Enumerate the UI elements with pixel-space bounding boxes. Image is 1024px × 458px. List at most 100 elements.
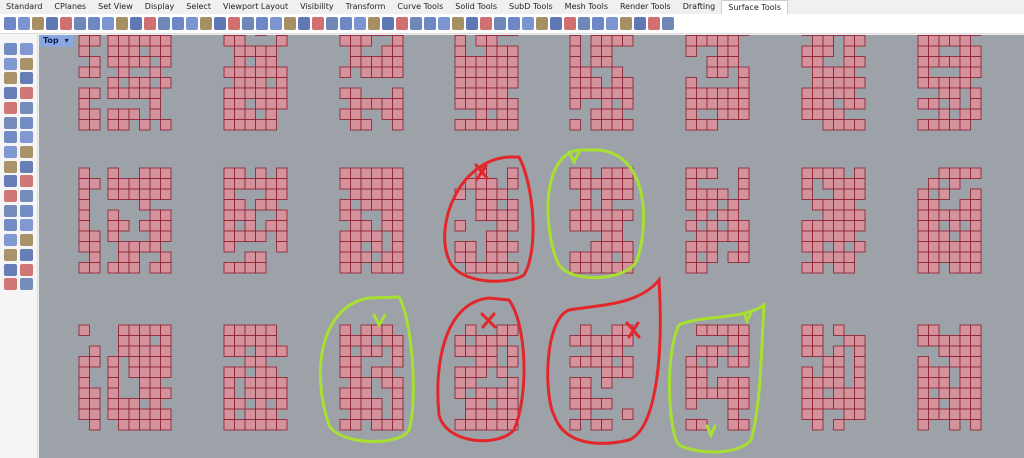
left-tool-icon[interactable] <box>4 234 17 247</box>
left-tool-icon[interactable] <box>4 263 17 276</box>
toolbar-tool-icon[interactable] <box>312 17 324 30</box>
toolbar-tool-icon[interactable] <box>340 17 352 30</box>
tab-viewport-layout[interactable]: Viewport Layout <box>217 0 294 14</box>
left-tool-icon[interactable] <box>20 131 33 144</box>
toolbar-tool-icon[interactable] <box>74 17 86 30</box>
left-tool-icon[interactable] <box>4 87 17 100</box>
toolbar-tool-icon[interactable] <box>368 17 380 30</box>
left-tool-icon[interactable] <box>20 43 33 55</box>
toolbar-tool-icon[interactable] <box>354 17 366 30</box>
left-tool-icon[interactable] <box>4 160 17 173</box>
tab-subd-tools[interactable]: SubD Tools <box>503 0 559 14</box>
tab-visibility[interactable]: Visibility <box>294 0 340 14</box>
toolbar-tool-icon[interactable] <box>228 17 240 30</box>
left-tool-icon[interactable] <box>20 278 33 291</box>
toolbar-tool-icon[interactable] <box>480 17 492 30</box>
left-tool-icon[interactable] <box>4 116 17 129</box>
toolbar-tool-icon[interactable] <box>214 17 226 30</box>
toolbar-tool-icon[interactable] <box>424 17 436 30</box>
toolbar-tool-icon[interactable] <box>536 17 548 30</box>
tab-drafting[interactable]: Drafting <box>677 0 722 14</box>
toolbar-tool-icon[interactable] <box>382 17 394 30</box>
toolbar-tool-icon[interactable] <box>32 17 44 30</box>
toolbar-tool-icon[interactable] <box>242 17 254 30</box>
left-tool-icon[interactable] <box>20 116 33 129</box>
toolbar-tool-icon[interactable] <box>284 17 296 30</box>
left-tool-icon[interactable] <box>4 248 17 261</box>
toolbar-tool-icon[interactable] <box>298 17 310 30</box>
toolbar-tool-icon[interactable] <box>578 17 590 30</box>
toolbar-tool-icon[interactable] <box>466 17 478 30</box>
tab-curve-tools[interactable]: Curve Tools <box>391 0 449 14</box>
left-tool-icon[interactable] <box>4 145 17 158</box>
left-tool-icon[interactable] <box>4 101 17 114</box>
left-tool-icon[interactable] <box>4 278 17 291</box>
toolbar-tool-icon[interactable] <box>46 17 58 30</box>
toolbar-tool-icon[interactable] <box>550 17 562 30</box>
toolbar-tool-icon[interactable] <box>116 17 128 30</box>
left-tool-icon[interactable] <box>20 263 33 276</box>
left-tool-icon[interactable] <box>4 43 17 55</box>
tab-cplanes[interactable]: CPlanes <box>48 0 92 14</box>
tab-render-tools[interactable]: Render Tools <box>614 0 677 14</box>
toolbar-tool-icon[interactable] <box>158 17 170 30</box>
toolbar-tool-icon[interactable] <box>648 17 660 30</box>
tab-display[interactable]: Display <box>139 0 181 14</box>
tab-surface-tools[interactable]: Surface Tools <box>721 0 788 14</box>
top-viewport[interactable] <box>39 35 1024 458</box>
left-tool-icon[interactable] <box>20 57 33 70</box>
toolbar-tool-icon[interactable] <box>410 17 422 30</box>
viewport-label[interactable]: Top ▾ <box>39 35 73 47</box>
left-tool-icon[interactable] <box>20 87 33 100</box>
toolbar-tool-icon[interactable] <box>130 17 142 30</box>
toolbar-tool-icon[interactable] <box>256 17 268 30</box>
viewport-dropdown-icon[interactable]: ▾ <box>65 36 69 46</box>
toolbar-tool-icon[interactable] <box>564 17 576 30</box>
left-tool-icon[interactable] <box>20 175 33 188</box>
toolbar-tool-icon[interactable] <box>60 17 72 30</box>
tab-set-view[interactable]: Set View <box>92 0 139 14</box>
toolbar-tool-icon[interactable] <box>592 17 604 30</box>
left-tool-icon[interactable] <box>20 248 33 261</box>
toolbar-tool-icon[interactable] <box>522 17 534 30</box>
tab-mesh-tools[interactable]: Mesh Tools <box>559 0 614 14</box>
toolbar-tool-icon[interactable] <box>88 17 100 30</box>
tab-standard[interactable]: Standard <box>0 0 48 14</box>
toolbar-tool-icon[interactable] <box>270 17 282 30</box>
left-tool-icon[interactable] <box>20 145 33 158</box>
tab-select[interactable]: Select <box>180 0 217 14</box>
left-tool-icon[interactable] <box>20 219 33 232</box>
toolbar-tool-icon[interactable] <box>144 17 156 30</box>
left-tool-icon[interactable] <box>4 72 17 85</box>
tab-transform[interactable]: Transform <box>340 0 392 14</box>
toolbar-tool-icon[interactable] <box>620 17 632 30</box>
toolbar-tool-icon[interactable] <box>326 17 338 30</box>
left-tool-icon[interactable] <box>4 131 17 144</box>
toolbar-tool-icon[interactable] <box>508 17 520 30</box>
left-tool-icon[interactable] <box>20 204 33 217</box>
left-tool-icon[interactable] <box>20 160 33 173</box>
toolbar-tool-icon[interactable] <box>18 17 30 30</box>
toolbar-tool-icon[interactable] <box>662 17 674 30</box>
tab-solid-tools[interactable]: Solid Tools <box>449 0 503 14</box>
toolbar-tool-icon[interactable] <box>396 17 408 30</box>
left-tool-icon[interactable] <box>4 219 17 232</box>
left-tool-icon[interactable] <box>20 101 33 114</box>
left-tool-icon[interactable] <box>4 57 17 70</box>
left-tool-icon[interactable] <box>4 204 17 217</box>
toolbar-tool-icon[interactable] <box>634 17 646 30</box>
toolbar-tool-icon[interactable] <box>438 17 450 30</box>
toolbar-tool-icon[interactable] <box>452 17 464 30</box>
toolbar-tool-icon[interactable] <box>186 17 198 30</box>
toolbar-tool-icon[interactable] <box>606 17 618 30</box>
left-tool-icon[interactable] <box>20 190 33 202</box>
left-tool-icon[interactable] <box>20 234 33 247</box>
toolbar-tool-icon[interactable] <box>200 17 212 30</box>
toolbar-tool-icon[interactable] <box>494 17 506 30</box>
left-tool-icon[interactable] <box>4 175 17 188</box>
toolbar-tool-icon[interactable] <box>172 17 184 30</box>
left-tool-icon[interactable] <box>20 72 33 85</box>
left-tool-icon[interactable] <box>4 190 17 202</box>
toolbar-tool-icon[interactable] <box>102 17 114 30</box>
toolbar-tool-icon[interactable] <box>4 17 16 30</box>
